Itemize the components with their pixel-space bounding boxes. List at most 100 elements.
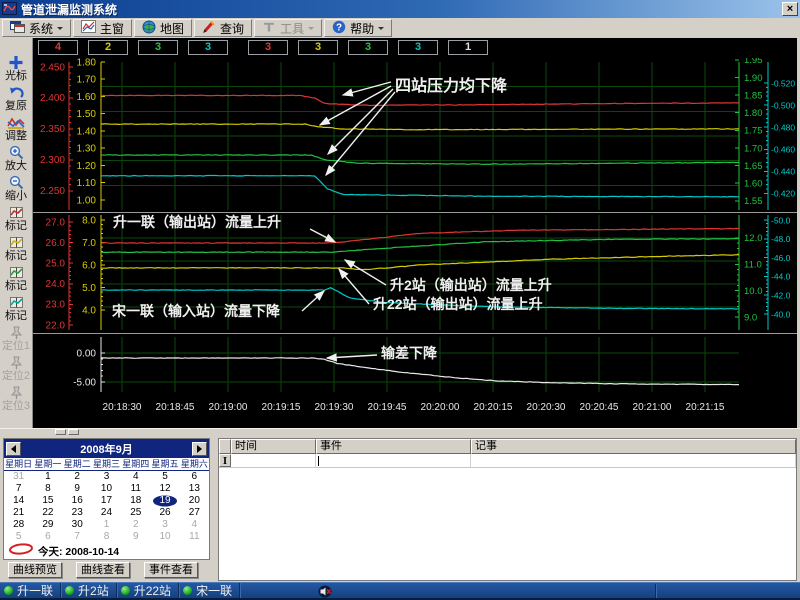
calendar-date[interactable]: 7 — [63, 531, 92, 543]
taskbar-station-升一联[interactable]: 升一联 — [0, 583, 61, 598]
calendar-date[interactable]: 2 — [63, 471, 92, 483]
tool-标记[interactable]: 标记 — [5, 235, 27, 263]
calendar-date[interactable]: 31 — [4, 471, 33, 483]
tool-放大[interactable]: 放大 — [5, 145, 27, 173]
calendar-date[interactable]: 15 — [33, 495, 62, 507]
calendar-selected-date[interactable]: 19 — [150, 495, 179, 507]
calendar-date[interactable]: 14 — [4, 495, 33, 507]
date-number: 5 — [162, 471, 168, 482]
calendar-date[interactable]: 12 — [150, 483, 179, 495]
event-view-button[interactable]: 事件查看 — [144, 562, 198, 578]
window-title: 管道泄漏监测系统 — [21, 1, 782, 18]
annotation-text: 升2站（输出站）流量上升 — [390, 277, 552, 293]
calendar-date[interactable]: 29 — [33, 519, 62, 531]
calendar-date[interactable]: 17 — [92, 495, 121, 507]
tool-标记[interactable]: 标记 — [5, 205, 27, 233]
calendar-date[interactable]: 27 — [180, 507, 209, 519]
annotation-text: 四站压力均下降 — [395, 76, 508, 95]
column-header-时间[interactable]: 时间 — [231, 439, 316, 454]
column-header-记事[interactable]: 记事 — [471, 439, 796, 454]
station-count-button[interactable]: 3 — [138, 40, 178, 55]
calendar-date[interactable]: 8 — [33, 483, 62, 495]
calendar-date[interactable]: 26 — [150, 507, 179, 519]
calendar-date[interactable]: 1 — [92, 519, 121, 531]
calendar-date[interactable]: 5 — [150, 471, 179, 483]
calendar-date[interactable]: 28 — [4, 519, 33, 531]
date-number: 2 — [133, 519, 139, 530]
calendar-date[interactable]: 20 — [180, 495, 209, 507]
curve-view-button[interactable]: 曲线查看 — [76, 562, 130, 578]
calendar-date[interactable]: 30 — [63, 519, 92, 531]
axis-tick-label: -50.0 — [771, 215, 791, 225]
event-cell[interactable] — [316, 454, 471, 467]
column-header-事件[interactable]: 事件 — [316, 439, 471, 454]
calendar-date[interactable]: 18 — [121, 495, 150, 507]
station-count-button[interactable]: 2 — [88, 40, 128, 55]
menu-item-帮助[interactable]: ?帮助 — [324, 19, 392, 37]
calendar-date[interactable]: 1 — [33, 471, 62, 483]
menu-item-地图[interactable]: 地图 — [134, 19, 192, 37]
tool-label: 标记 — [5, 250, 27, 263]
menu-item-查询[interactable]: 查询 — [194, 19, 252, 37]
tool-标记[interactable]: 标记 — [5, 265, 27, 293]
calendar-date[interactable]: 23 — [63, 507, 92, 519]
calendar-date[interactable]: 8 — [92, 531, 121, 543]
calendar-date[interactable]: 3 — [150, 519, 179, 531]
calendar-date[interactable]: 13 — [180, 483, 209, 495]
calendar-date[interactable]: 2 — [121, 519, 150, 531]
calendar-week-row: 2122232425 26 27 — [4, 507, 209, 519]
calendar-date[interactable]: 16 — [63, 495, 92, 507]
taskbar-station-label: 宋一联 — [196, 582, 232, 599]
station-count-button[interactable]: 1 — [448, 40, 488, 55]
event-cell[interactable] — [471, 454, 796, 467]
tool-光标[interactable]: 光标 — [5, 55, 27, 83]
curve-preview-button[interactable]: 曲线预览 — [8, 562, 62, 578]
time-axis-label: 20:19:45 — [368, 402, 407, 413]
calendar-date[interactable]: 6 — [33, 531, 62, 543]
station-count-button[interactable]: 4 — [38, 40, 78, 55]
station-count-button[interactable]: 3 — [348, 40, 388, 55]
taskbar-station-宋一联[interactable]: 宋一联 — [179, 583, 240, 598]
today-label[interactable]: 今天: 2008-10-14 — [38, 544, 119, 559]
station-count-button[interactable]: 3 — [398, 40, 438, 55]
tool-label: 标记 — [5, 280, 27, 293]
taskbar-station-升22站[interactable]: 升22站 — [117, 583, 179, 598]
date-number: 26 — [159, 507, 170, 518]
calendar-date[interactable]: 11 — [180, 531, 209, 543]
calendar-date[interactable]: 11 — [121, 483, 150, 495]
muted-speaker-icon[interactable] — [318, 585, 332, 600]
calendar-date[interactable]: 10 — [92, 483, 121, 495]
calendar-date[interactable]: 9 — [63, 483, 92, 495]
calendar-date[interactable]: 5 — [4, 531, 33, 543]
calendar-date[interactable]: 4 — [180, 519, 209, 531]
tool-复原[interactable]: 复原 — [5, 85, 27, 113]
tool-调整[interactable]: 调整 — [5, 115, 27, 143]
mark-cyan-icon — [9, 295, 24, 310]
event-cell[interactable] — [231, 454, 316, 467]
calendar-date[interactable]: 9 — [121, 531, 150, 543]
menu-item-主窗[interactable]: 主窗 — [73, 19, 132, 37]
station-count-button[interactable]: 3 — [188, 40, 228, 55]
curves-chart[interactable]: 2.4502.4002.3502.3002.2501.801.701.601.5… — [33, 58, 797, 428]
calendar-date[interactable]: 6 — [180, 471, 209, 483]
calendar-date[interactable]: 10 — [150, 531, 179, 543]
close-button[interactable]: × — [782, 2, 798, 16]
station-count-button[interactable]: 3 — [248, 40, 288, 55]
calendar-date[interactable]: 3 — [92, 471, 121, 483]
axis-tick-label: 11.0 — [744, 260, 762, 271]
tool-缩小[interactable]: 缩小 — [5, 175, 27, 203]
next-month-button[interactable] — [192, 442, 207, 456]
calendar-date[interactable]: 21 — [4, 507, 33, 519]
axis-tick-label: 2.400 — [40, 93, 65, 104]
tool-标记[interactable]: 标记 — [5, 295, 27, 323]
menu-item-系统[interactable]: 系统 — [2, 19, 71, 37]
calendar-date[interactable]: 22 — [33, 507, 62, 519]
calendar-date[interactable]: 7 — [4, 483, 33, 495]
taskbar-station-升2站[interactable]: 升2站 — [61, 583, 117, 598]
calendar-date[interactable]: 24 — [92, 507, 121, 519]
calendar-date[interactable]: 4 — [121, 471, 150, 483]
station-count-button[interactable]: 3 — [298, 40, 338, 55]
calendar-date[interactable]: 25 — [121, 507, 150, 519]
date-number: 11 — [189, 531, 199, 542]
prev-month-button[interactable] — [6, 442, 21, 456]
